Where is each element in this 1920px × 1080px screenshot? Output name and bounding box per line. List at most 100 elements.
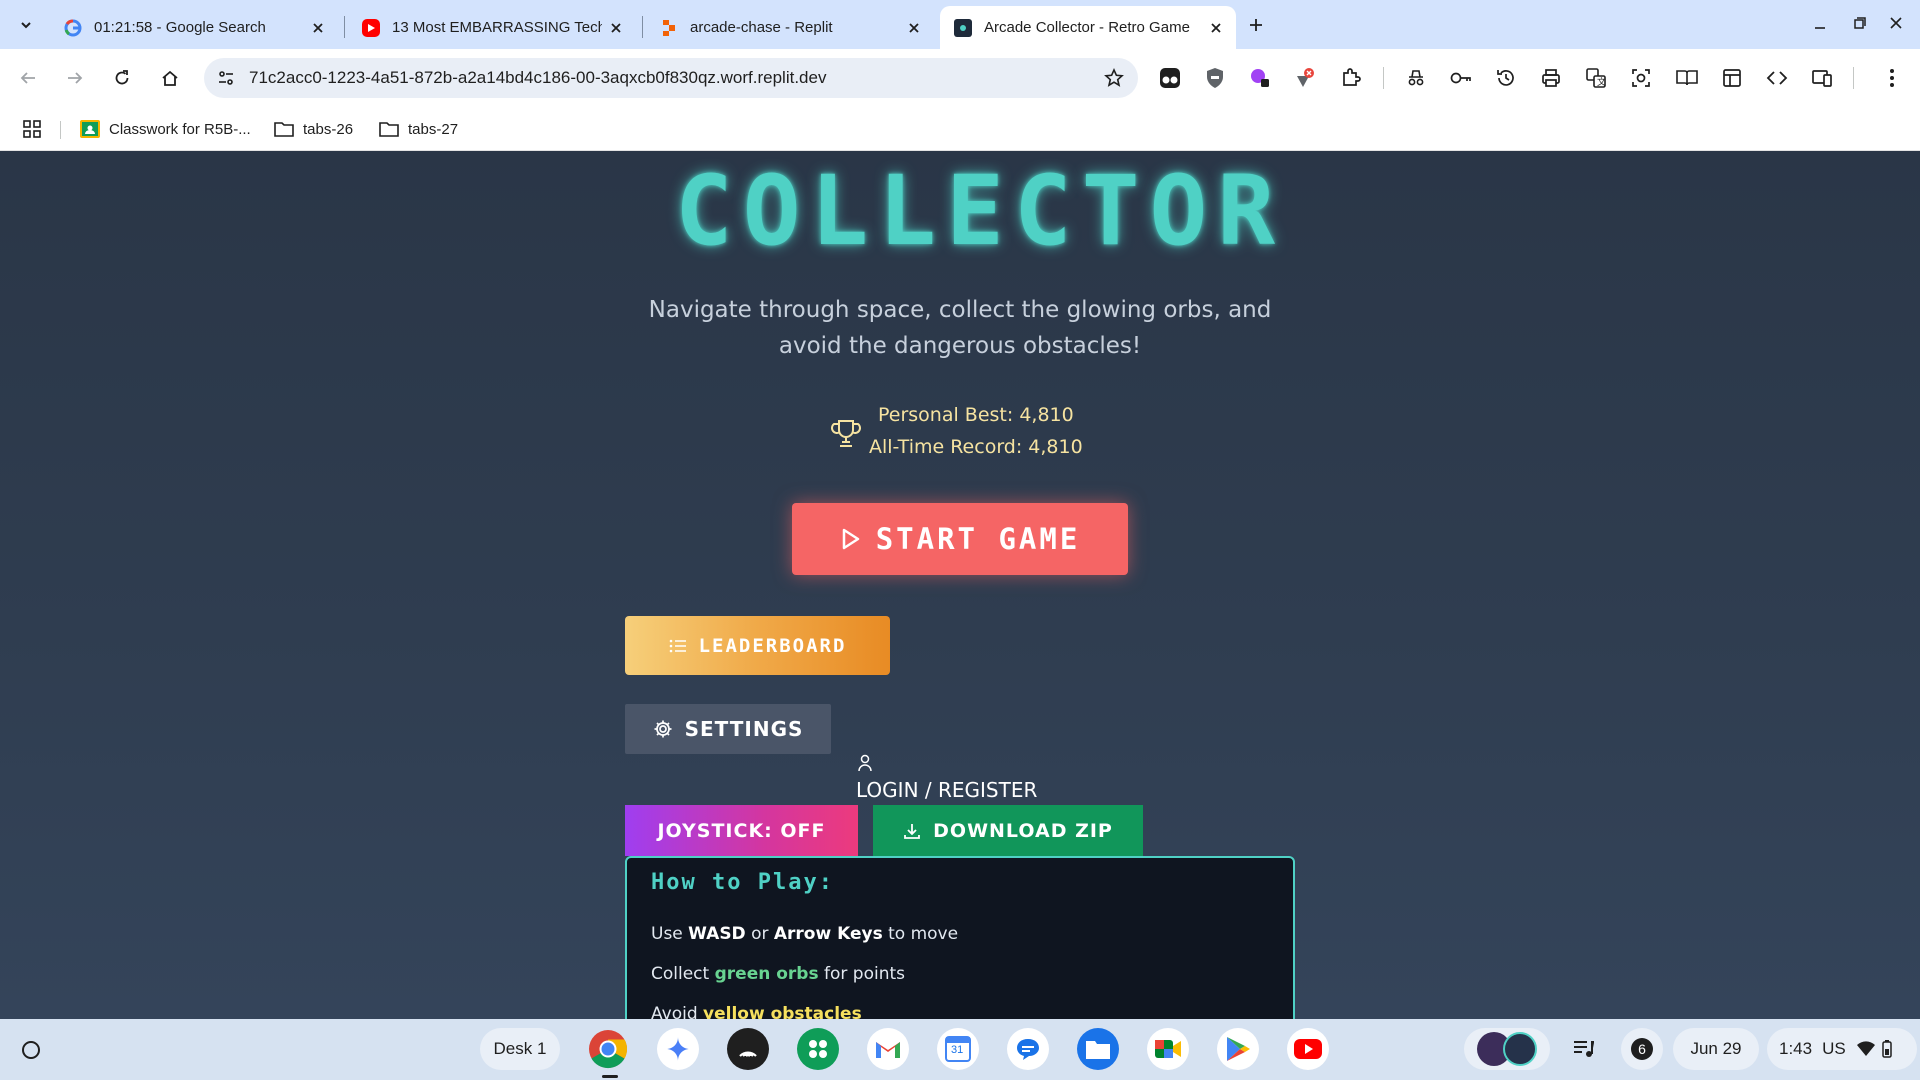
apps-grid-icon[interactable] bbox=[22, 115, 42, 143]
close-icon[interactable] bbox=[900, 14, 928, 42]
shield-icon[interactable] bbox=[1201, 64, 1229, 92]
bookmark-label: Classwork for R5B-... bbox=[109, 120, 251, 138]
translate-icon[interactable]: 文 bbox=[1582, 64, 1610, 92]
start-game-button[interactable]: START GAME bbox=[792, 503, 1128, 575]
history-icon[interactable] bbox=[1492, 64, 1520, 92]
tampermonkey-icon[interactable] bbox=[1156, 64, 1184, 92]
files-icon[interactable] bbox=[1077, 1028, 1119, 1070]
reload-button[interactable] bbox=[105, 61, 139, 95]
bookmarks-divider bbox=[60, 121, 61, 139]
forward-button[interactable] bbox=[58, 61, 92, 95]
play-icon bbox=[842, 528, 859, 550]
bookmark-tabs-27[interactable]: tabs-27 bbox=[379, 115, 458, 143]
tab-google-search[interactable]: 01:21:58 - Google Search bbox=[50, 6, 338, 49]
instruction-text: Collect bbox=[651, 964, 710, 984]
youtube-icon bbox=[362, 18, 380, 37]
media-controls-icon[interactable] bbox=[1563, 1028, 1605, 1070]
instruction-text: Use bbox=[651, 924, 683, 944]
close-icon[interactable] bbox=[602, 14, 630, 42]
notification-counter[interactable]: 6 bbox=[1621, 1028, 1663, 1070]
code-icon[interactable] bbox=[1763, 64, 1791, 92]
game-page: COLLECTOR Navigate through space, collec… bbox=[0, 151, 1920, 1019]
youtube-icon[interactable] bbox=[1287, 1028, 1329, 1070]
bookmark-star-icon[interactable] bbox=[1102, 66, 1126, 90]
instruction-text: Avoid bbox=[651, 1004, 698, 1019]
instruction-key: Arrow Keys bbox=[773, 924, 883, 944]
leaderboard-label: LEADERBOARD bbox=[698, 634, 847, 657]
chrome-icon[interactable] bbox=[587, 1028, 629, 1070]
podcasts-icon[interactable] bbox=[727, 1028, 769, 1070]
bookmark-tabs-26[interactable]: tabs-26 bbox=[274, 115, 353, 143]
holding-space-tray[interactable] bbox=[1464, 1028, 1550, 1070]
instruction-key: WASD bbox=[688, 924, 746, 944]
tab-replit[interactable]: arcade-chase - Replit bbox=[646, 6, 934, 49]
joystick-toggle-button[interactable]: JOYSTICK: OFF bbox=[625, 805, 858, 856]
tab-arcade-collector[interactable]: Arcade Collector - Retro Game bbox=[940, 6, 1236, 49]
tray-thumbnail bbox=[1503, 1032, 1537, 1066]
tab-youtube[interactable]: 13 Most EMBARRASSING Tech bbox=[348, 6, 636, 49]
close-icon[interactable] bbox=[304, 14, 332, 42]
new-tab-button[interactable] bbox=[1240, 10, 1272, 40]
tab-search-dropdown[interactable] bbox=[10, 9, 42, 41]
extension-lock-icon[interactable] bbox=[1246, 64, 1274, 92]
table-icon[interactable] bbox=[1718, 64, 1746, 92]
url-text[interactable]: 71c2acc0-1223-4a51-872b-a2a14bd4c186-00-… bbox=[249, 68, 826, 88]
meet-icon[interactable] bbox=[1147, 1028, 1189, 1070]
close-icon[interactable] bbox=[1202, 14, 1230, 42]
reading-mode-icon[interactable] bbox=[1673, 64, 1701, 92]
classroom-icon bbox=[80, 119, 100, 139]
settings-button[interactable]: SETTINGS bbox=[625, 704, 831, 754]
messages-icon[interactable] bbox=[1007, 1028, 1049, 1070]
site-info-icon[interactable] bbox=[214, 66, 238, 90]
back-button[interactable] bbox=[11, 61, 45, 95]
download-icon bbox=[904, 823, 921, 839]
devices-icon[interactable] bbox=[1808, 64, 1836, 92]
wifi-icon bbox=[1856, 1041, 1875, 1056]
google-icon bbox=[64, 19, 82, 37]
home-button[interactable] bbox=[153, 61, 187, 95]
print-icon[interactable] bbox=[1537, 64, 1565, 92]
gear-icon bbox=[654, 720, 672, 738]
how-to-play-panel: How to Play: Use WASD or Arrow Keys to m… bbox=[625, 856, 1295, 1019]
calendar-icon[interactable]: 31 bbox=[937, 1028, 979, 1070]
status-tray[interactable]: 1:43 US bbox=[1767, 1028, 1917, 1070]
subtitle-line: avoid the dangerous obstacles! bbox=[778, 333, 1142, 359]
date-tray[interactable]: Jun 29 bbox=[1673, 1028, 1759, 1070]
tab-strip: 01:21:58 - Google Search 13 Most EMBARRA… bbox=[0, 0, 1920, 49]
play-store-icon[interactable] bbox=[1217, 1028, 1259, 1070]
home-icon bbox=[162, 70, 178, 86]
gemini-icon[interactable] bbox=[657, 1028, 699, 1070]
instruction-text: for points bbox=[824, 964, 905, 984]
download-zip-button[interactable]: DOWNLOAD ZIP bbox=[873, 805, 1143, 856]
svg-text:文: 文 bbox=[1597, 76, 1606, 88]
reload-icon bbox=[115, 70, 129, 85]
screenshot-icon[interactable] bbox=[1627, 64, 1655, 92]
instruction-text: to move bbox=[888, 924, 959, 944]
desk-switcher[interactable]: Desk 1 bbox=[480, 1028, 560, 1070]
gmail-icon[interactable] bbox=[867, 1028, 909, 1070]
extensions-puzzle-icon[interactable] bbox=[1337, 64, 1365, 92]
login-register-label: LOGIN / REGISTER bbox=[856, 778, 1038, 802]
kebab-menu-icon[interactable] bbox=[1878, 64, 1906, 92]
minimize-button[interactable] bbox=[1802, 8, 1838, 38]
key-icon[interactable] bbox=[1447, 64, 1475, 92]
settings-label: SETTINGS bbox=[684, 717, 804, 741]
leaderboard-button[interactable]: LEADERBOARD bbox=[625, 616, 890, 675]
restore-button[interactable] bbox=[1842, 8, 1878, 38]
incognito-icon[interactable] bbox=[1402, 64, 1430, 92]
date-text: Jun 29 bbox=[1690, 1039, 1742, 1058]
all-time-record: All-Time Record: 4,810 bbox=[869, 436, 1083, 458]
login-register-link[interactable]: LOGIN / REGISTER bbox=[856, 754, 1076, 804]
instruction-text: or bbox=[751, 924, 769, 944]
close-window-button[interactable] bbox=[1878, 8, 1914, 38]
tab-title: arcade-chase - Replit bbox=[690, 19, 833, 36]
app-launcher-icon[interactable] bbox=[797, 1028, 839, 1070]
extension-heart-icon[interactable] bbox=[1291, 64, 1319, 92]
personal-best: Personal Best: 4,810 bbox=[878, 404, 1074, 426]
bookmark-classwork[interactable]: Classwork for R5B-... bbox=[80, 115, 251, 143]
game-subtitle: Navigate through space, collect the glow… bbox=[600, 292, 1320, 364]
instruction-highlight: yellow obstacles bbox=[703, 1004, 862, 1019]
launcher-icon[interactable] bbox=[16, 1035, 46, 1065]
address-bar[interactable]: 71c2acc0-1223-4a51-872b-a2a14bd4c186-00-… bbox=[204, 58, 1138, 98]
download-zip-label: DOWNLOAD ZIP bbox=[933, 819, 1113, 842]
